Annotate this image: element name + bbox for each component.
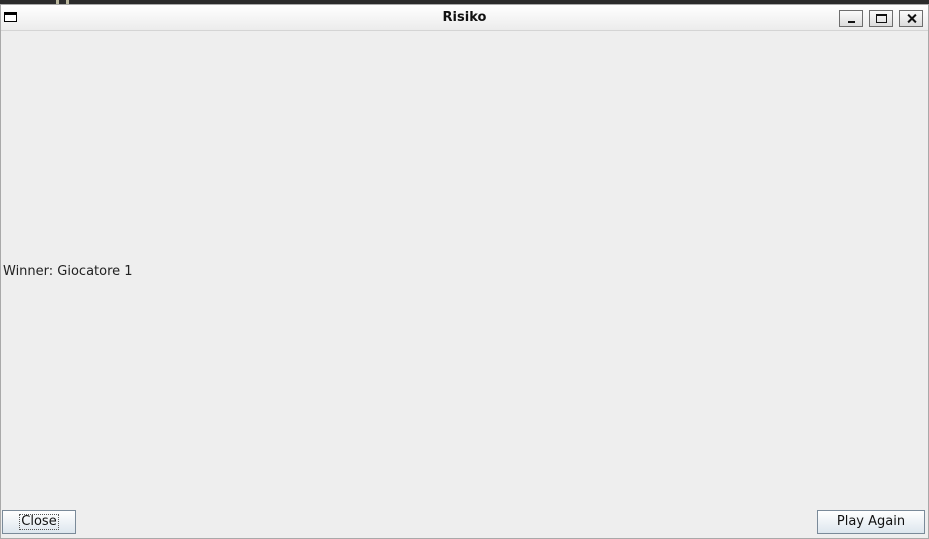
maximize-button[interactable] xyxy=(869,10,893,27)
titlebar[interactable]: Risiko xyxy=(1,5,928,31)
window-title: Risiko xyxy=(442,10,487,25)
game-window: Risiko Winner: Giocatore 1 Close Play Ag… xyxy=(0,4,929,539)
close-window-button[interactable] xyxy=(899,10,923,27)
close-button-label: Close xyxy=(19,514,59,530)
close-button[interactable]: Close xyxy=(2,510,76,534)
content-panel: Winner: Giocatore 1 Close Play Again xyxy=(1,31,928,538)
winner-label: Winner: Giocatore 1 xyxy=(3,264,133,279)
play-again-button[interactable]: Play Again xyxy=(817,510,925,534)
minimize-button[interactable] xyxy=(839,10,863,27)
